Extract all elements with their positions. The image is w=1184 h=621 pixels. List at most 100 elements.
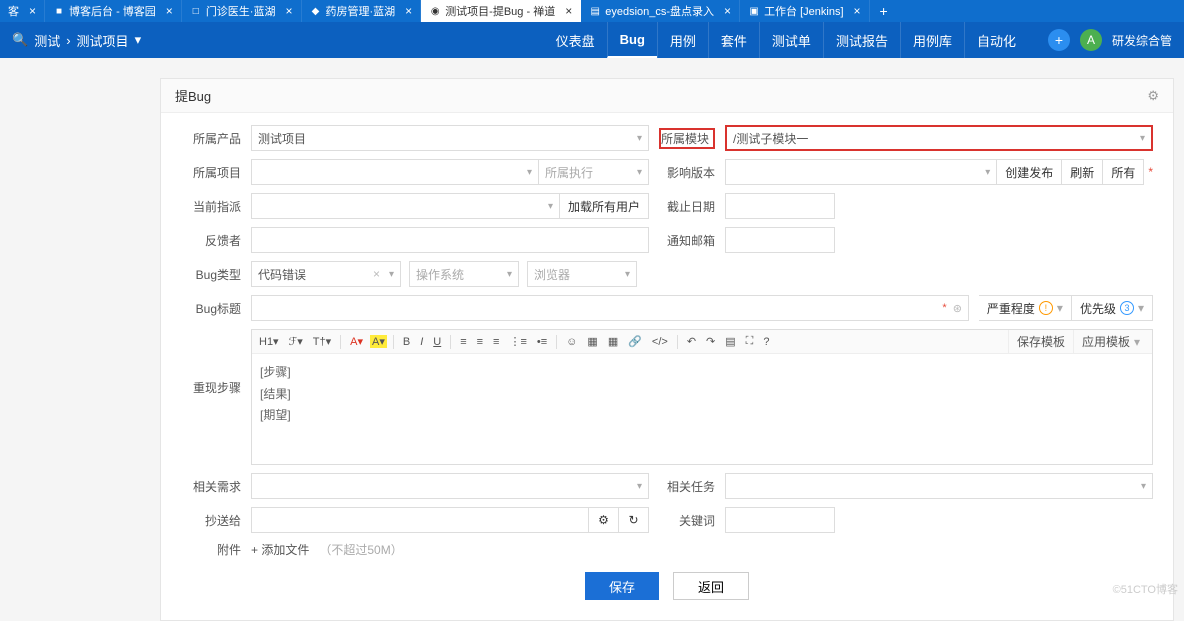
label-module: 所属模块	[659, 128, 715, 149]
label-assign: 当前指派	[181, 198, 241, 215]
feedback-input[interactable]	[251, 227, 649, 253]
avatar[interactable]: A	[1080, 29, 1102, 51]
close-icon[interactable]: ×	[285, 4, 292, 18]
tb-italic[interactable]: I	[417, 336, 426, 348]
tb-table[interactable]: ▦	[605, 335, 621, 348]
editor-toolbar: H1▾ ℱ▾ T†▾ A▾ A▾ B I U ≡ ≡ ≡	[252, 330, 1152, 354]
tb-font[interactable]: T†▾	[310, 335, 334, 348]
browser-tab[interactable]: □门诊医生·蓝湖×	[182, 0, 302, 22]
required-mark: *	[1148, 165, 1153, 179]
tb-emoji[interactable]: ☺	[563, 336, 580, 348]
tb-ol[interactable]: ⋮≡	[506, 335, 529, 348]
cc-refresh-button[interactable]: ↻	[619, 507, 649, 533]
site-icon: ▣	[748, 5, 760, 17]
priority-select[interactable]: 优先级3▾	[1072, 295, 1153, 321]
mail-input[interactable]	[725, 227, 835, 253]
bugtype-select[interactable]: 代码错误×	[251, 261, 401, 287]
nav-report[interactable]: 测试报告	[823, 22, 900, 58]
tb-align-center[interactable]: ≡	[474, 336, 486, 348]
breadcrumb[interactable]: 🔍 测试 › 测试项目 ▾	[12, 31, 141, 50]
chevron-down-icon[interactable]: ▾	[135, 32, 142, 48]
tb-source[interactable]: ▤	[722, 335, 738, 348]
cc-settings-button[interactable]: ⚙	[589, 507, 619, 533]
tb-bold[interactable]: B	[400, 336, 413, 348]
browser-select[interactable]: 浏览器	[527, 261, 637, 287]
cc-select[interactable]	[251, 507, 589, 533]
story-select[interactable]	[251, 473, 649, 499]
save-button[interactable]: 保存	[585, 572, 659, 600]
close-icon[interactable]: ×	[29, 4, 36, 18]
nav-suite[interactable]: 套件	[708, 22, 759, 58]
label-mail: 通知邮箱	[659, 232, 715, 249]
gear-icon[interactable]: ⚙	[1147, 88, 1159, 104]
browser-tab[interactable]: ◆药房管理·蓝湖×	[302, 0, 422, 22]
browser-tab-active[interactable]: ◉测试项目-提Bug - 禅道×	[421, 0, 581, 22]
close-icon[interactable]: ×	[166, 4, 173, 18]
tb-align-right[interactable]: ≡	[490, 336, 502, 348]
label-keywords: 关键词	[659, 512, 715, 529]
label-task: 相关任务	[659, 478, 715, 495]
breadcrumb-root[interactable]: 测试	[34, 31, 60, 50]
tb-highlight[interactable]: A▾	[370, 335, 387, 348]
deadline-input[interactable]	[725, 193, 835, 219]
nav-case[interactable]: 用例	[657, 22, 708, 58]
assign-select[interactable]	[251, 193, 560, 219]
tb-heading[interactable]: H1▾	[256, 335, 282, 348]
close-icon[interactable]: ×	[565, 4, 572, 18]
tb-color[interactable]: A▾	[347, 335, 366, 348]
browser-tab[interactable]: ■博客后台 - 博客园×	[45, 0, 182, 22]
team-label: 研发综合管	[1112, 32, 1172, 49]
rich-editor: H1▾ ℱ▾ T†▾ A▾ A▾ B I U ≡ ≡ ≡	[251, 329, 1153, 465]
tb-fullscreen[interactable]: ⛶	[743, 335, 757, 348]
watermark: ©51CTO博客	[1113, 581, 1178, 597]
tb-ul[interactable]: •≡	[534, 336, 550, 348]
browser-tab[interactable]: 客×	[0, 0, 45, 22]
close-icon[interactable]: ×	[405, 4, 412, 18]
use-template-button[interactable]: 应用模板 ▾	[1073, 330, 1148, 354]
nav-caselib[interactable]: 用例库	[900, 22, 964, 58]
tb-format[interactable]: ℱ▾	[286, 335, 306, 348]
breadcrumb-current[interactable]: 测试项目	[77, 31, 129, 50]
tb-code[interactable]: </>	[649, 336, 671, 348]
tb-link[interactable]: 🔗	[625, 335, 645, 348]
severity-icon: !	[1039, 301, 1053, 315]
clear-icon[interactable]: ×	[373, 267, 380, 281]
loadall-button[interactable]: 加载所有用户	[560, 193, 649, 219]
product-select[interactable]: 测试项目	[251, 125, 649, 151]
editor-body[interactable]: [步骤] [结果] [期望]	[252, 354, 1152, 464]
nav-dashboard[interactable]: 仪表盘	[544, 22, 607, 58]
add-file-button[interactable]: + 添加文件	[251, 541, 309, 558]
close-icon[interactable]: ×	[724, 4, 731, 18]
exec-select[interactable]: 所属执行	[539, 159, 649, 185]
create-release-button[interactable]: 创建发布	[997, 159, 1062, 185]
label-story: 相关需求	[181, 478, 241, 495]
tb-image[interactable]: ▦	[584, 335, 600, 348]
module-select[interactable]: /测试子模块一	[725, 125, 1153, 151]
label-version: 影响版本	[659, 164, 715, 181]
version-select[interactable]	[725, 159, 997, 185]
tb-align-left[interactable]: ≡	[457, 336, 469, 348]
back-button[interactable]: 返回	[673, 572, 749, 600]
task-select[interactable]	[725, 473, 1153, 499]
browser-tab[interactable]: ▤eyedsion_cs-盘点录入×	[581, 0, 740, 22]
keywords-input[interactable]	[725, 507, 835, 533]
nav-auto[interactable]: 自动化	[964, 22, 1028, 58]
nav-testtask[interactable]: 测试单	[759, 22, 823, 58]
title-input[interactable]: * ⊛	[251, 295, 969, 321]
tb-redo[interactable]: ↷	[703, 335, 718, 348]
all-button[interactable]: 所有	[1103, 159, 1144, 185]
nav-bug[interactable]: Bug	[607, 22, 657, 58]
close-icon[interactable]: ×	[854, 4, 861, 18]
os-select[interactable]: 操作系统	[409, 261, 519, 287]
add-button[interactable]: +	[1048, 29, 1070, 51]
new-tab-button[interactable]: +	[870, 3, 898, 19]
refresh-button[interactable]: 刷新	[1062, 159, 1103, 185]
save-template-button[interactable]: 保存模板	[1008, 330, 1073, 354]
tb-underline[interactable]: U	[430, 336, 444, 348]
browser-tab[interactable]: ▣工作台 [Jenkins]×	[740, 0, 869, 22]
severity-select[interactable]: 严重程度!▾	[979, 295, 1072, 321]
tb-help[interactable]: ?	[760, 336, 772, 348]
panel-title: 提Bug	[175, 86, 211, 105]
project-select[interactable]	[251, 159, 539, 185]
tb-undo[interactable]: ↶	[684, 335, 699, 348]
